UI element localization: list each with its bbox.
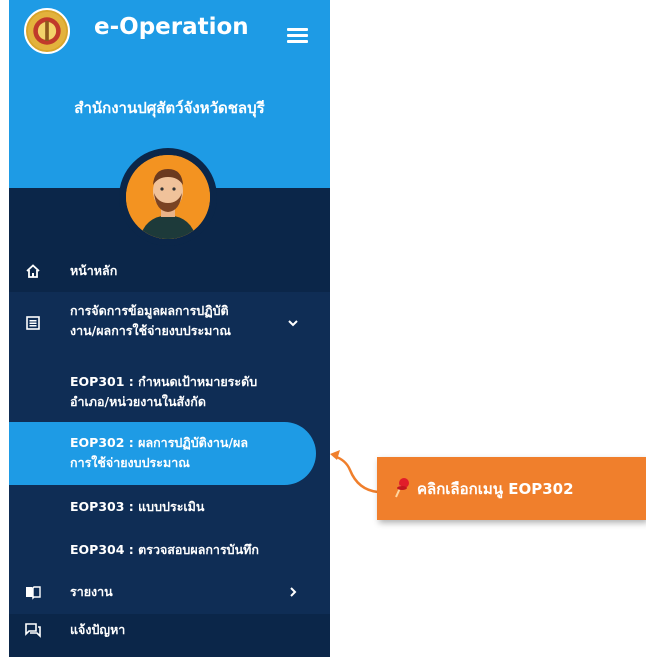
home-icon [26,264,40,278]
office-name: สำนักงานปศุสัตว์จังหวัดชลบุรี [74,99,265,117]
menu-item-label: หน้าหลัก [70,263,118,278]
hamburger-icon[interactable] [287,28,308,43]
instruction-callout: คลิกเลือกเมนู EOP302 [377,457,646,520]
submenu-label-line1: EOP302 : ผลการปฏิบัติงาน/ผล [70,435,249,450]
menu-item-label-line1: การจัดการข้อมูลผลการปฏิบัติ [70,303,229,318]
submenu-item-eop301[interactable]: EOP301 : กำหนดเป้าหมายระดับ อำเภอ/หน่วยง… [9,370,330,418]
callout-text: คลิกเลือกเมนู EOP302 [417,480,574,498]
avatar[interactable] [126,155,210,239]
book-icon [26,586,41,600]
submenu-label: EOP304 : ตรวจสอบผลการบันทึก [70,542,259,557]
app-title: e-Operation [94,14,249,40]
emblem-logo[interactable] [24,8,70,54]
submenu-item-eop304[interactable]: EOP304 : ตรวจสอบผลการบันทึก [9,538,330,562]
sidebar: e-Operation สำนักงานปศุสัตว์จังหวัดชลบุร… [9,0,330,657]
submenu-label-line2: การใช้จ่ายงบประมาณ [70,455,190,470]
submenu-label-line1: EOP301 : กำหนดเป้าหมายระดับ [70,374,258,389]
menu-item-data-management[interactable]: การจัดการข้อมูลผลการปฏิบัติ งาน/ผลการใช้… [9,299,330,349]
submenu-item-eop302[interactable]: EOP302 : ผลการปฏิบัติงาน/ผล การใช้จ่ายงบ… [9,431,330,479]
menu-item-home[interactable]: หน้าหลัก [9,255,330,287]
submenu-label: EOP303 : แบบประเมิน [70,499,205,514]
menu-item-report[interactable]: รายงาน [9,580,330,604]
menu-item-issue[interactable]: แจ้งปัญหา [9,618,330,642]
menu-item-label: รายงาน [70,584,113,599]
chevron-right-icon [290,587,297,597]
submenu-item-eop303[interactable]: EOP303 : แบบประเมิน [9,495,330,519]
chat-icon [25,623,41,638]
menu-item-label: แจ้งปัญหา [70,622,126,637]
pushpin-icon [395,478,409,498]
menu-item-label-line2: งาน/ผลการใช้จ่ายงบประมาณ [70,323,232,338]
submenu-label-line2: อำเภอ/หน่วยงานในสังกัด [70,394,206,409]
list-icon [26,316,40,330]
chevron-down-icon [288,320,298,327]
avatar-frame [119,148,217,246]
